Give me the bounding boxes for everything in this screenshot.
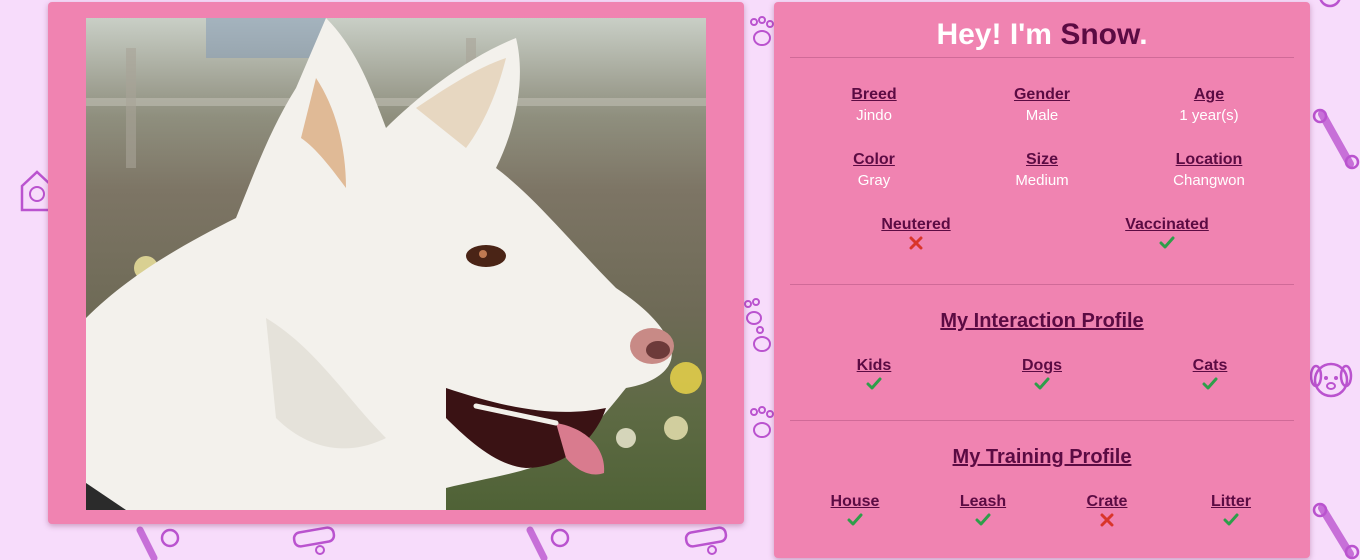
kids-label: Kids [856, 357, 892, 374]
profile-info-card: Hey! I'm Snow. Breed Jindo Gender Male A… [774, 2, 1310, 558]
neutered-label: Neutered [881, 216, 951, 233]
detail-breed: Breed Jindo [794, 86, 954, 124]
training-profile-title: My Training Profile [952, 446, 1132, 468]
interaction-profile-title: My Interaction Profile [940, 310, 1144, 332]
detail-color: Color Gray [794, 151, 954, 189]
check-icon [1223, 513, 1239, 526]
color-label: Color [853, 151, 895, 168]
location-label: Location [1175, 151, 1243, 168]
detail-size: Size Medium [962, 151, 1122, 189]
title-prefix: Hey! I'm [936, 18, 1052, 51]
check-icon [1159, 236, 1175, 249]
location-value: Changwon [1173, 172, 1245, 189]
detail-location: Location Changwon [1129, 151, 1289, 189]
interaction-dogs: Dogs [962, 357, 1122, 391]
breed-label: Breed [851, 86, 897, 103]
bone-icon [1319, 0, 1341, 8]
dog-photo [86, 18, 706, 510]
litter-label: Litter [1211, 493, 1251, 510]
detail-neutered: Neutered [836, 216, 996, 250]
interaction-kids: Kids [794, 357, 954, 391]
breed-value: Jindo [856, 107, 892, 124]
divider [790, 284, 1294, 285]
detail-age: Age 1 year(s) [1129, 86, 1289, 124]
training-litter: Litter [1151, 493, 1311, 527]
paw-icon [750, 406, 774, 438]
bone-icon [1312, 108, 1360, 170]
dog-face-icon [1309, 362, 1353, 398]
detail-gender: Gender Male [962, 86, 1122, 124]
gender-label: Gender [1013, 86, 1070, 103]
vaccinated-label: Vaccinated [1125, 216, 1209, 233]
age-value: 1 year(s) [1179, 107, 1239, 124]
photo-card [48, 2, 744, 524]
detail-vaccinated: Vaccinated [1087, 216, 1247, 250]
bone-icon [136, 526, 180, 560]
paw-icon [750, 16, 774, 46]
check-icon [1034, 377, 1050, 390]
title-suffix: . [1139, 18, 1148, 51]
divider [790, 57, 1294, 58]
gender-value: Male [1025, 107, 1059, 124]
paw-icon [744, 298, 771, 352]
page-title: Hey! I'm Snow. [774, 18, 1310, 52]
bone-icon [526, 526, 570, 560]
cross-icon [909, 236, 923, 250]
collar-icon [684, 526, 728, 555]
divider [790, 420, 1294, 421]
check-icon [975, 513, 991, 526]
check-icon [866, 377, 882, 390]
age-label: Age [1193, 86, 1225, 103]
bone-icon [1312, 502, 1360, 560]
interaction-cats: Cats [1130, 357, 1290, 391]
collar-icon [292, 526, 336, 555]
check-icon [1202, 377, 1218, 390]
size-value: Medium [1015, 172, 1069, 189]
check-icon [847, 513, 863, 526]
dogs-label: Dogs [1022, 357, 1062, 374]
color-value: Gray [857, 172, 891, 189]
cross-icon [1100, 513, 1114, 527]
dog-name: Snow [1060, 18, 1140, 51]
size-label: Size [1025, 151, 1058, 168]
cats-label: Cats [1192, 357, 1228, 374]
